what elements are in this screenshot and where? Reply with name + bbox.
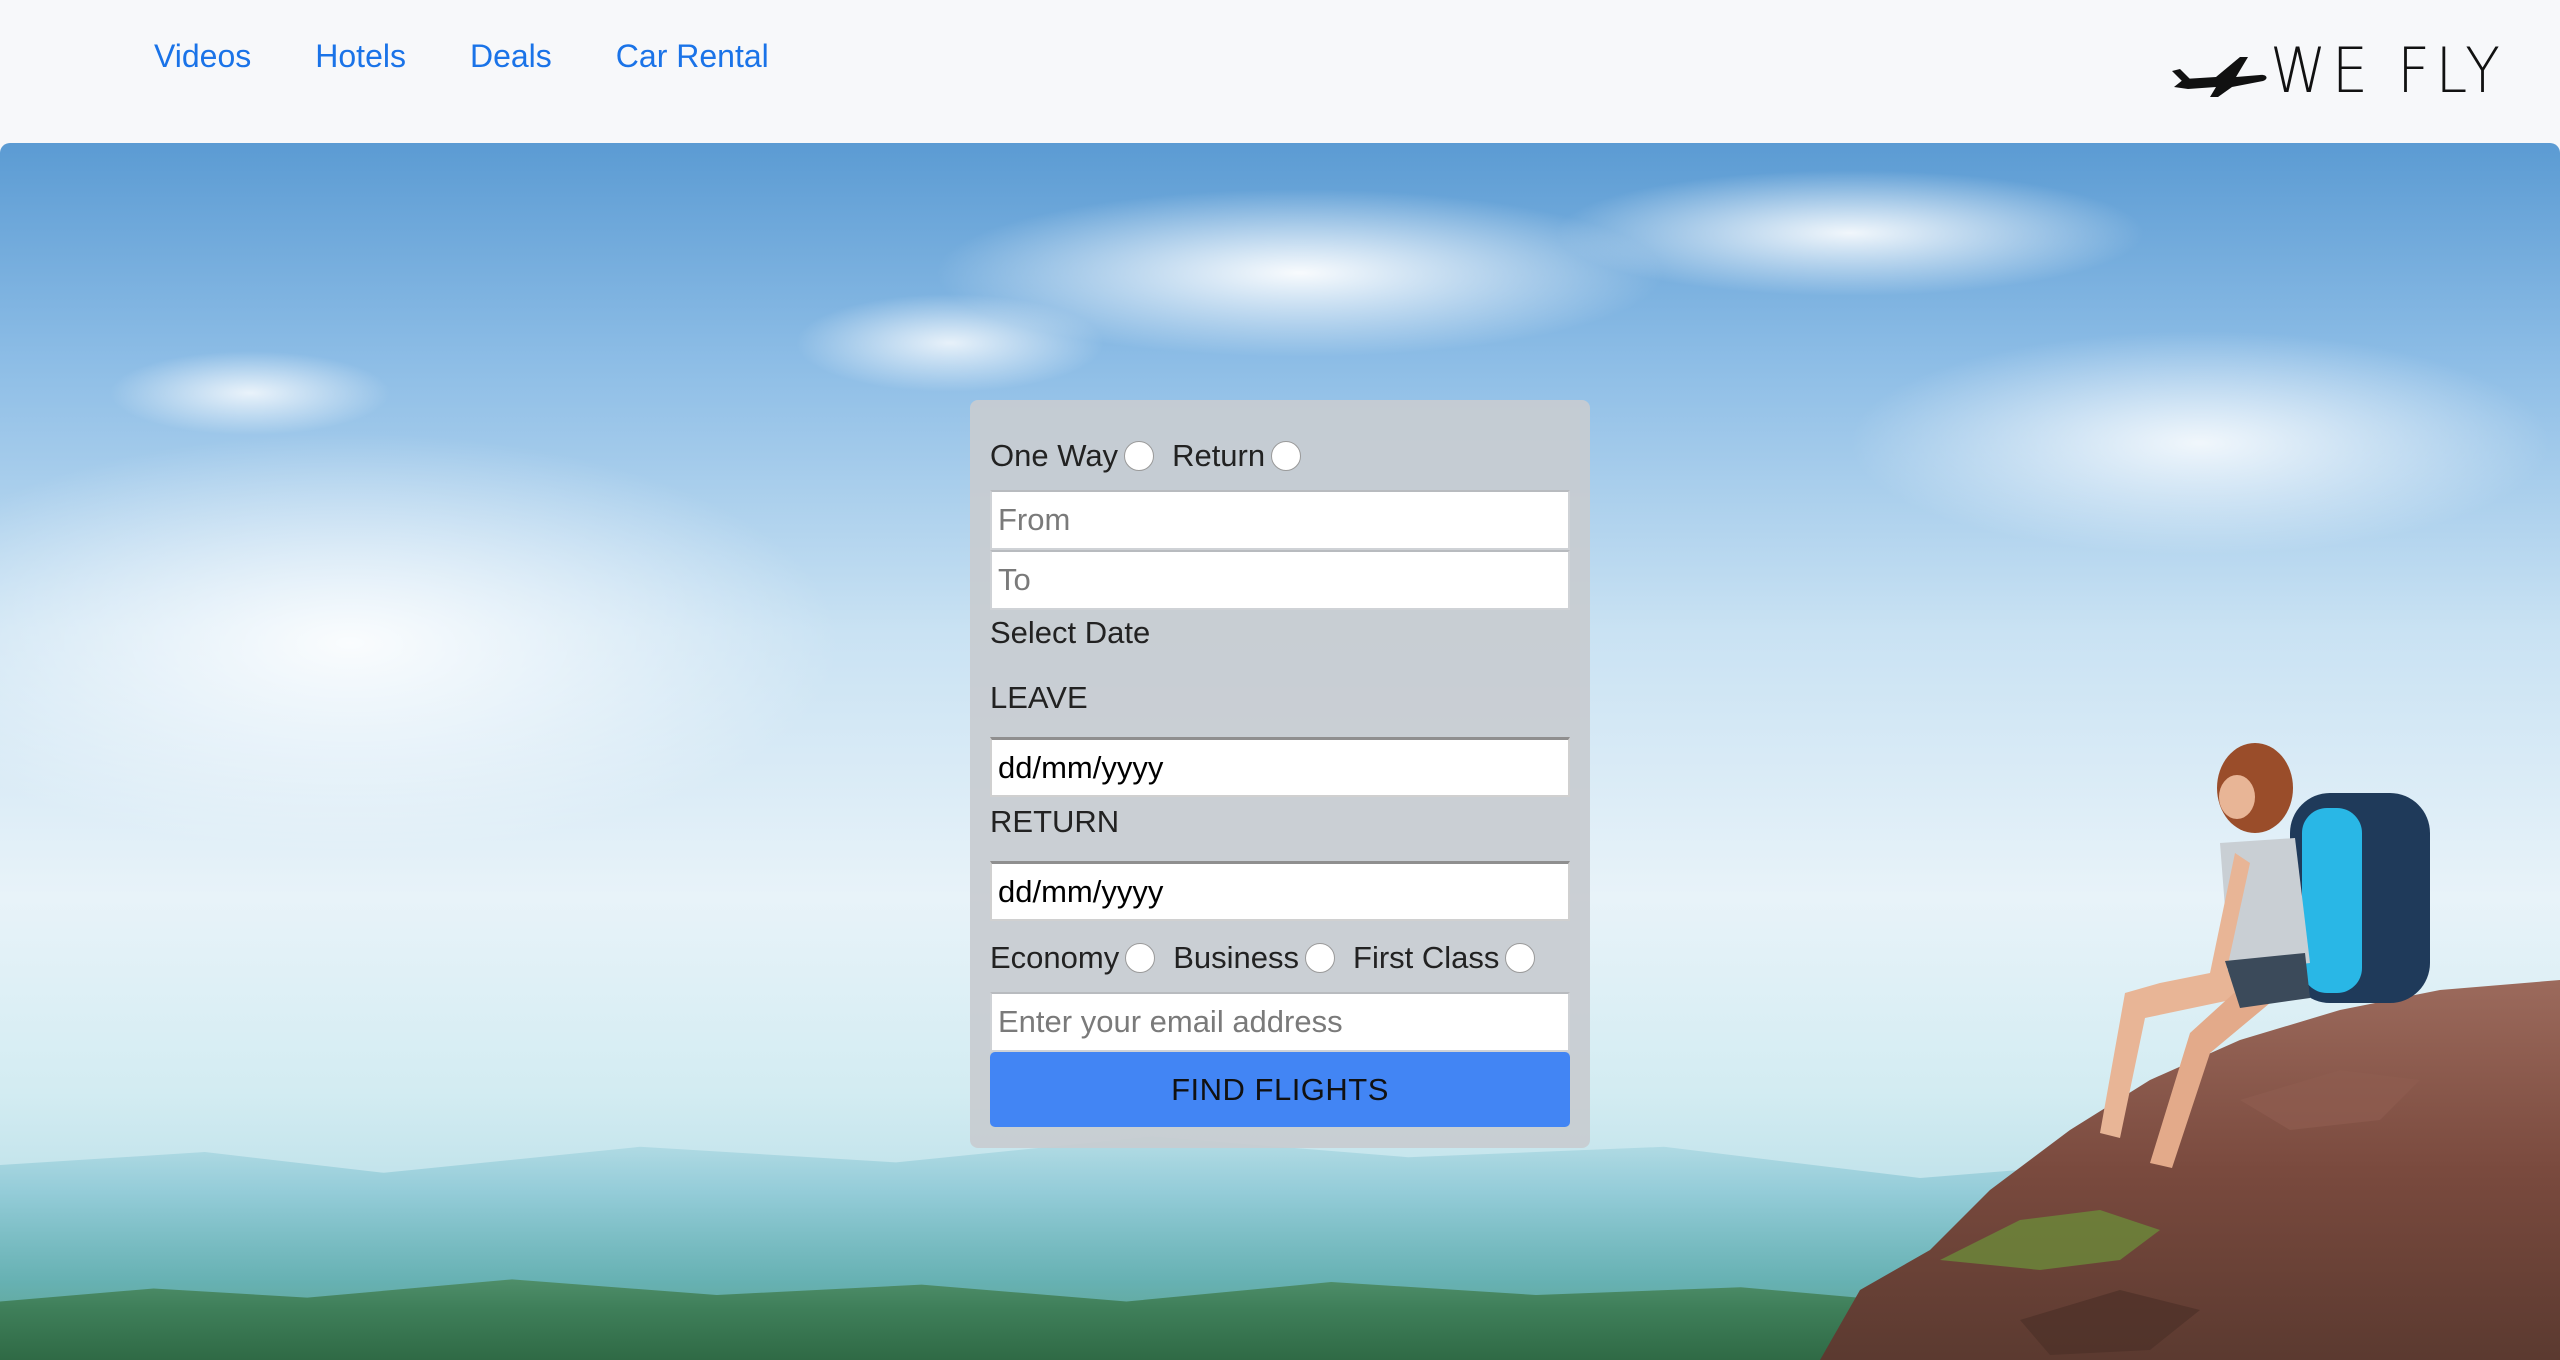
economy-radio[interactable] bbox=[1125, 943, 1156, 973]
from-input[interactable] bbox=[990, 490, 1570, 550]
main-nav: Videos Hotels Deals Car Rental bbox=[154, 36, 833, 76]
return-trip-radio[interactable] bbox=[1271, 441, 1302, 471]
email-input[interactable] bbox=[990, 992, 1570, 1052]
leave-label: LEAVE bbox=[990, 680, 1088, 715]
brand-name: WE FLY bbox=[2269, 34, 2506, 107]
find-flights-button[interactable]: FIND FLIGHTS bbox=[990, 1052, 1570, 1127]
select-date-label: Select Date bbox=[990, 615, 1151, 650]
flight-search-form: One Way Return Select Date LEAVE dd/mm/y… bbox=[970, 400, 1590, 1148]
nav-link-car-rental[interactable]: Car Rental bbox=[616, 36, 769, 76]
airplane-icon bbox=[2170, 43, 2270, 99]
one-way-label[interactable]: One Way bbox=[990, 438, 1118, 474]
hiker-figure bbox=[2100, 743, 2430, 1168]
return-date-input[interactable]: dd/mm/yyyy bbox=[990, 861, 1570, 921]
first-class-label[interactable]: First Class bbox=[1353, 940, 1499, 976]
one-way-radio[interactable] bbox=[1124, 441, 1155, 471]
cabin-class-group: Economy Business First Class bbox=[990, 940, 1553, 976]
business-radio[interactable] bbox=[1305, 943, 1336, 973]
nav-link-videos[interactable]: Videos bbox=[154, 36, 251, 76]
to-input[interactable] bbox=[990, 550, 1570, 610]
return-trip-label[interactable]: Return bbox=[1172, 438, 1265, 474]
trip-type-group: One Way Return bbox=[990, 438, 1319, 474]
brand-logo[interactable]: WE FLY bbox=[2170, 30, 2526, 112]
top-navbar: Videos Hotels Deals Car Rental WE FLY bbox=[0, 0, 2560, 143]
nav-link-hotels[interactable]: Hotels bbox=[315, 36, 406, 76]
business-label[interactable]: Business bbox=[1173, 940, 1299, 976]
leave-date-input[interactable]: dd/mm/yyyy bbox=[990, 737, 1570, 797]
return-date-label: RETURN bbox=[990, 804, 1120, 839]
nav-link-deals[interactable]: Deals bbox=[470, 36, 552, 76]
first-class-radio[interactable] bbox=[1505, 943, 1536, 973]
economy-label[interactable]: Economy bbox=[990, 940, 1119, 976]
